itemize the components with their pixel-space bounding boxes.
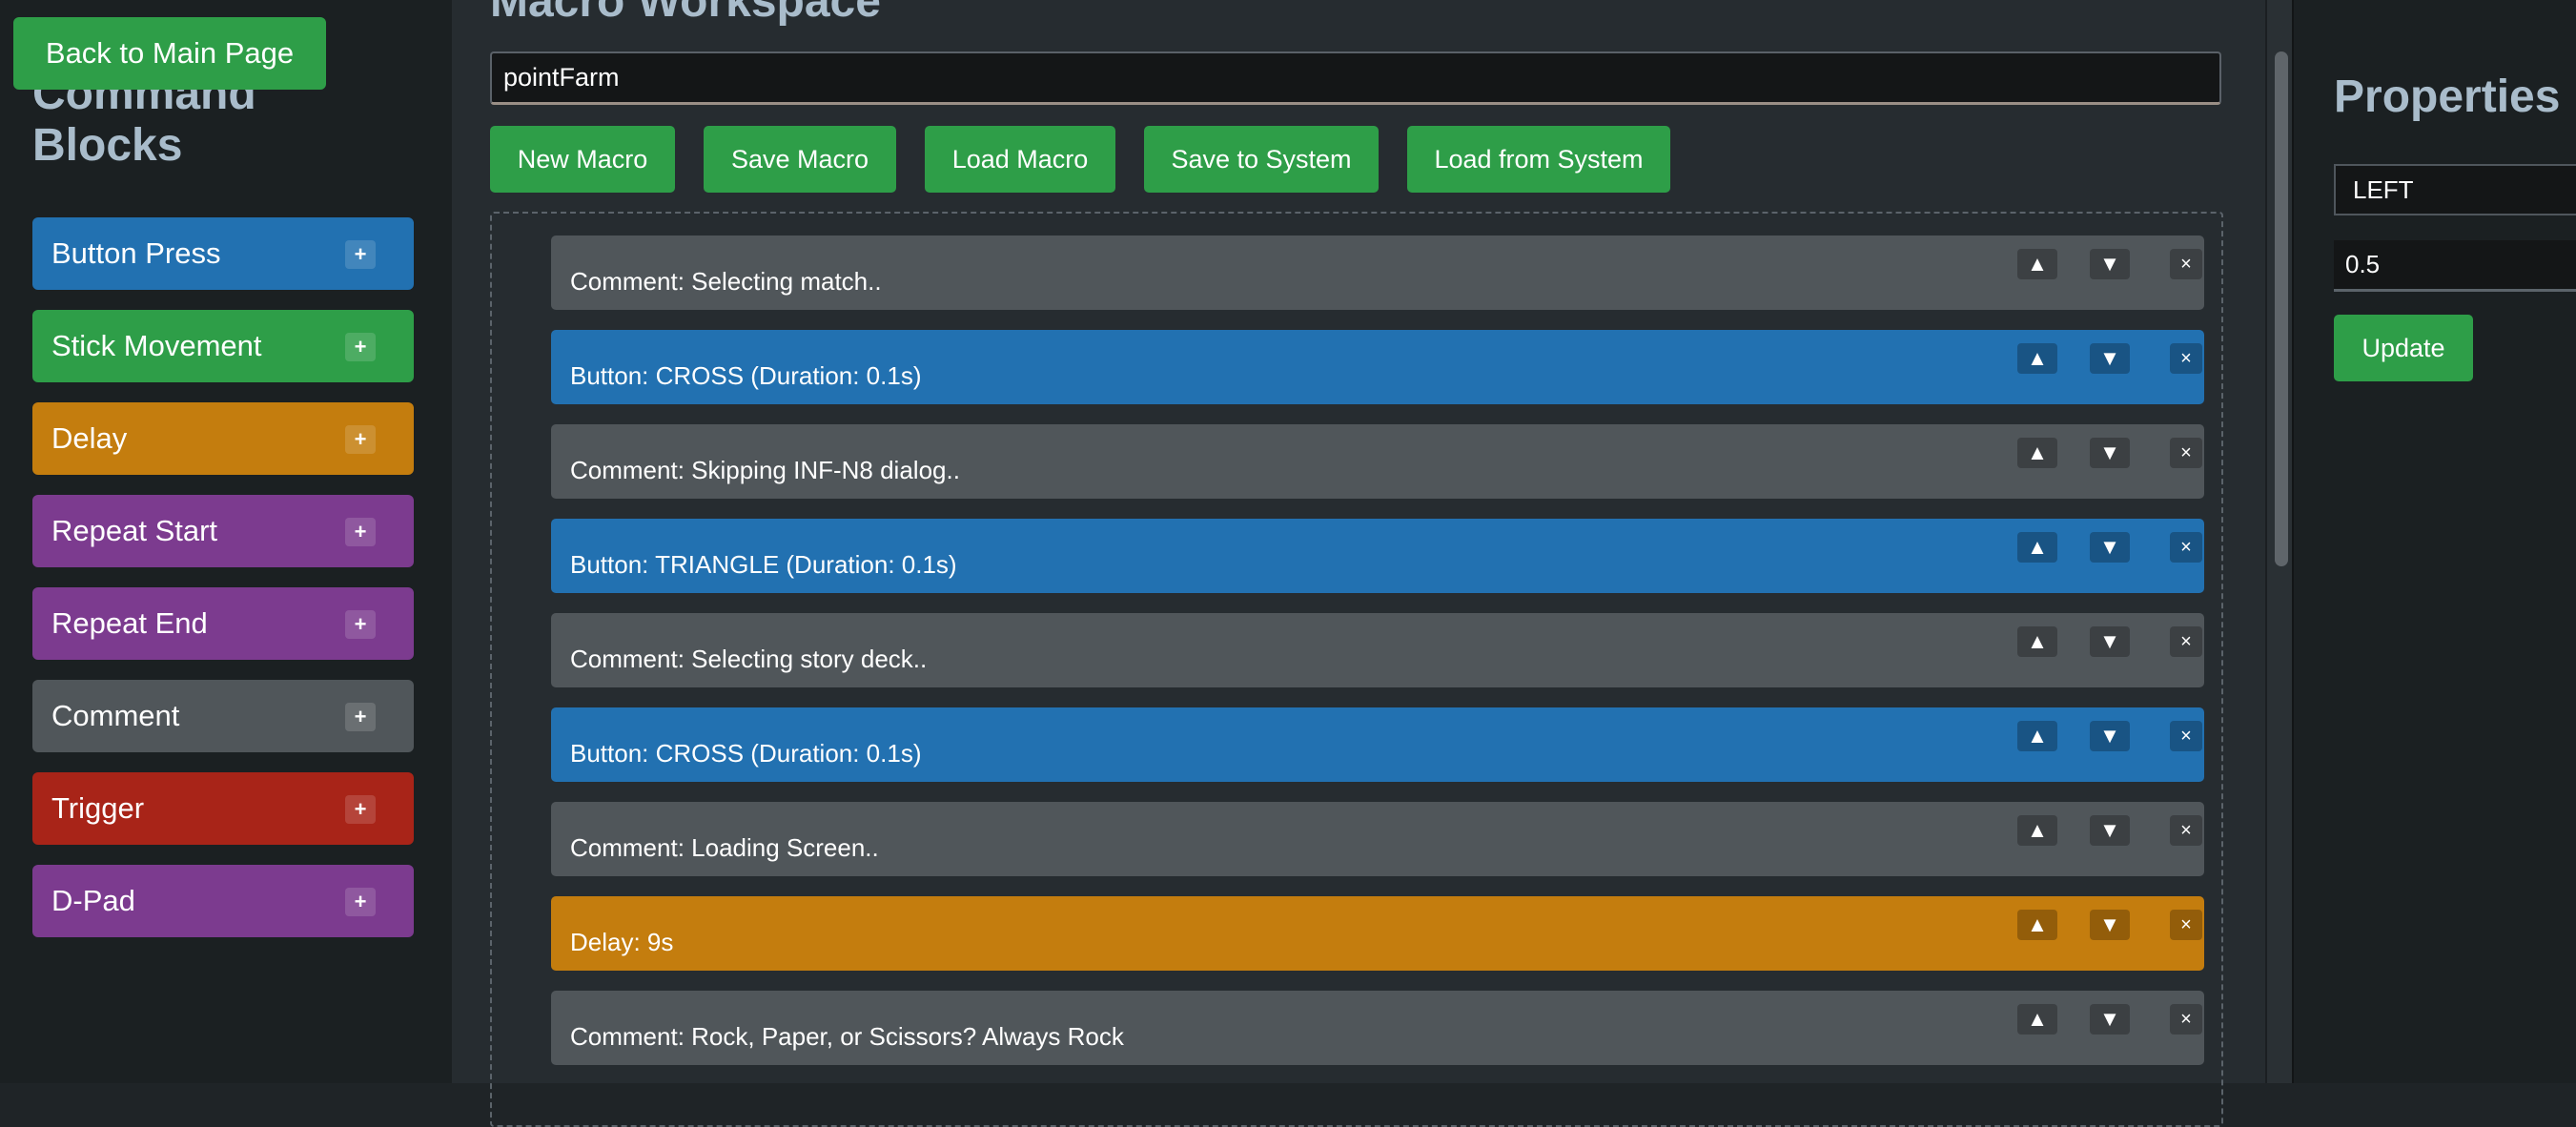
add-icon[interactable]: + [345,240,376,269]
command-block-list: Button Press + Stick Movement + Delay + … [32,217,414,957]
delete-icon[interactable]: × [2170,343,2202,374]
add-icon[interactable]: + [345,795,376,824]
move-down-icon[interactable]: ▼ [2090,249,2130,279]
block-stick-movement[interactable]: Stick Movement + [32,310,414,382]
command-blocks-sidebar: Command Blocks Button Press + Stick Move… [0,0,452,1083]
macro-item[interactable]: Button: TRIANGLE (Duration: 0.1s) ▲ ▼ × [551,519,2204,593]
move-up-icon[interactable]: ▲ [2017,1004,2057,1035]
move-down-icon[interactable]: ▼ [2090,721,2130,751]
block-comment[interactable]: Comment + [32,680,414,752]
macro-item-text: Comment: Selecting story deck.. [570,644,928,673]
move-up-icon[interactable]: ▲ [2017,438,2057,468]
block-label: D-Pad [51,884,135,917]
load-from-system-button[interactable]: Load from System [1407,126,1670,193]
macro-item[interactable]: Comment: Rock, Paper, or Scissors? Alway… [551,991,2204,1065]
move-up-icon[interactable]: ▲ [2017,249,2057,279]
move-down-icon[interactable]: ▼ [2090,532,2130,563]
delete-icon[interactable]: × [2170,249,2202,279]
block-label: Comment [51,699,180,732]
move-up-icon[interactable]: ▲ [2017,815,2057,846]
block-trigger[interactable]: Trigger + [32,772,414,845]
load-macro-button[interactable]: Load Macro [925,126,1115,193]
properties-title: Properties [2334,72,2561,122]
property-select[interactable]: LEFT [2334,164,2576,215]
workspace-title: Macro Workspace [490,0,881,27]
add-icon[interactable]: + [345,518,376,546]
block-label: Repeat Start [51,514,218,547]
block-label: Trigger [51,791,145,825]
delete-icon[interactable]: × [2170,1004,2202,1035]
macro-sequence-list: Comment: Selecting match.. ▲ ▼ × Button:… [551,236,2204,1085]
macro-item-text: Comment: Loading Screen.. [570,832,879,862]
add-icon[interactable]: + [345,888,376,916]
macro-item-text: Comment: Skipping INF-N8 dialog.. [570,455,960,484]
macro-item-text: Button: TRIANGLE (Duration: 0.1s) [570,549,957,579]
move-down-icon[interactable]: ▼ [2090,626,2130,657]
macro-item-text: Delay: 9s [570,927,674,956]
delete-icon[interactable]: × [2170,815,2202,846]
move-up-icon[interactable]: ▲ [2017,721,2057,751]
macro-item-text: Comment: Rock, Paper, or Scissors? Alway… [570,1021,1124,1051]
block-label: Stick Movement [51,329,262,362]
move-up-icon[interactable]: ▲ [2017,532,2057,563]
properties-panel: Properties LEFT 0.5 Update [2292,0,2576,1083]
macro-item-text: Button: CROSS (Duration: 0.1s) [570,738,922,768]
delete-icon[interactable]: × [2170,910,2202,940]
macro-item-text: Comment: Selecting match.. [570,266,882,296]
move-down-icon[interactable]: ▼ [2090,910,2130,940]
scrollbar-thumb[interactable] [2275,51,2288,566]
delete-icon[interactable]: × [2170,721,2202,751]
macro-item[interactable]: Comment: Selecting story deck.. ▲ ▼ × [551,613,2204,687]
block-d-pad[interactable]: D-Pad + [32,865,414,937]
add-icon[interactable]: + [345,610,376,639]
new-macro-button[interactable]: New Macro [490,126,675,193]
move-down-icon[interactable]: ▼ [2090,438,2130,468]
block-delay[interactable]: Delay + [32,402,414,475]
property-value-input[interactable]: 0.5 [2334,240,2576,292]
macro-name-input[interactable] [490,51,2221,105]
move-up-icon[interactable]: ▲ [2017,626,2057,657]
delete-icon[interactable]: × [2170,438,2202,468]
delete-icon[interactable]: × [2170,626,2202,657]
update-button[interactable]: Update [2334,315,2473,381]
save-to-system-button[interactable]: Save to System [1144,126,1379,193]
move-down-icon[interactable]: ▼ [2090,815,2130,846]
move-down-icon[interactable]: ▼ [2090,343,2130,374]
save-macro-button[interactable]: Save Macro [704,126,896,193]
block-label: Delay [51,421,128,455]
macro-item[interactable]: Comment: Loading Screen.. ▲ ▼ × [551,802,2204,876]
workspace-scrollbar[interactable] [2265,0,2294,1083]
add-icon[interactable]: + [345,703,376,731]
block-repeat-start[interactable]: Repeat Start + [32,495,414,567]
block-button-press[interactable]: Button Press + [32,217,414,290]
block-repeat-end[interactable]: Repeat End + [32,587,414,660]
move-up-icon[interactable]: ▲ [2017,910,2057,940]
macro-item[interactable]: Button: CROSS (Duration: 0.1s) ▲ ▼ × [551,330,2204,404]
macro-item[interactable]: Comment: Selecting match.. ▲ ▼ × [551,236,2204,310]
macro-item-text: Button: CROSS (Duration: 0.1s) [570,360,922,390]
macro-item[interactable]: Delay: 9s ▲ ▼ × [551,896,2204,971]
macro-item[interactable]: Button: CROSS (Duration: 0.1s) ▲ ▼ × [551,707,2204,782]
add-icon[interactable]: + [345,333,376,361]
block-label: Button Press [51,236,221,270]
macro-item[interactable]: Comment: Skipping INF-N8 dialog.. ▲ ▼ × [551,424,2204,499]
move-down-icon[interactable]: ▼ [2090,1004,2130,1035]
move-up-icon[interactable]: ▲ [2017,343,2057,374]
add-icon[interactable]: + [345,425,376,454]
block-label: Repeat End [51,606,208,640]
back-to-main-button[interactable]: Back to Main Page [13,17,326,90]
delete-icon[interactable]: × [2170,532,2202,563]
